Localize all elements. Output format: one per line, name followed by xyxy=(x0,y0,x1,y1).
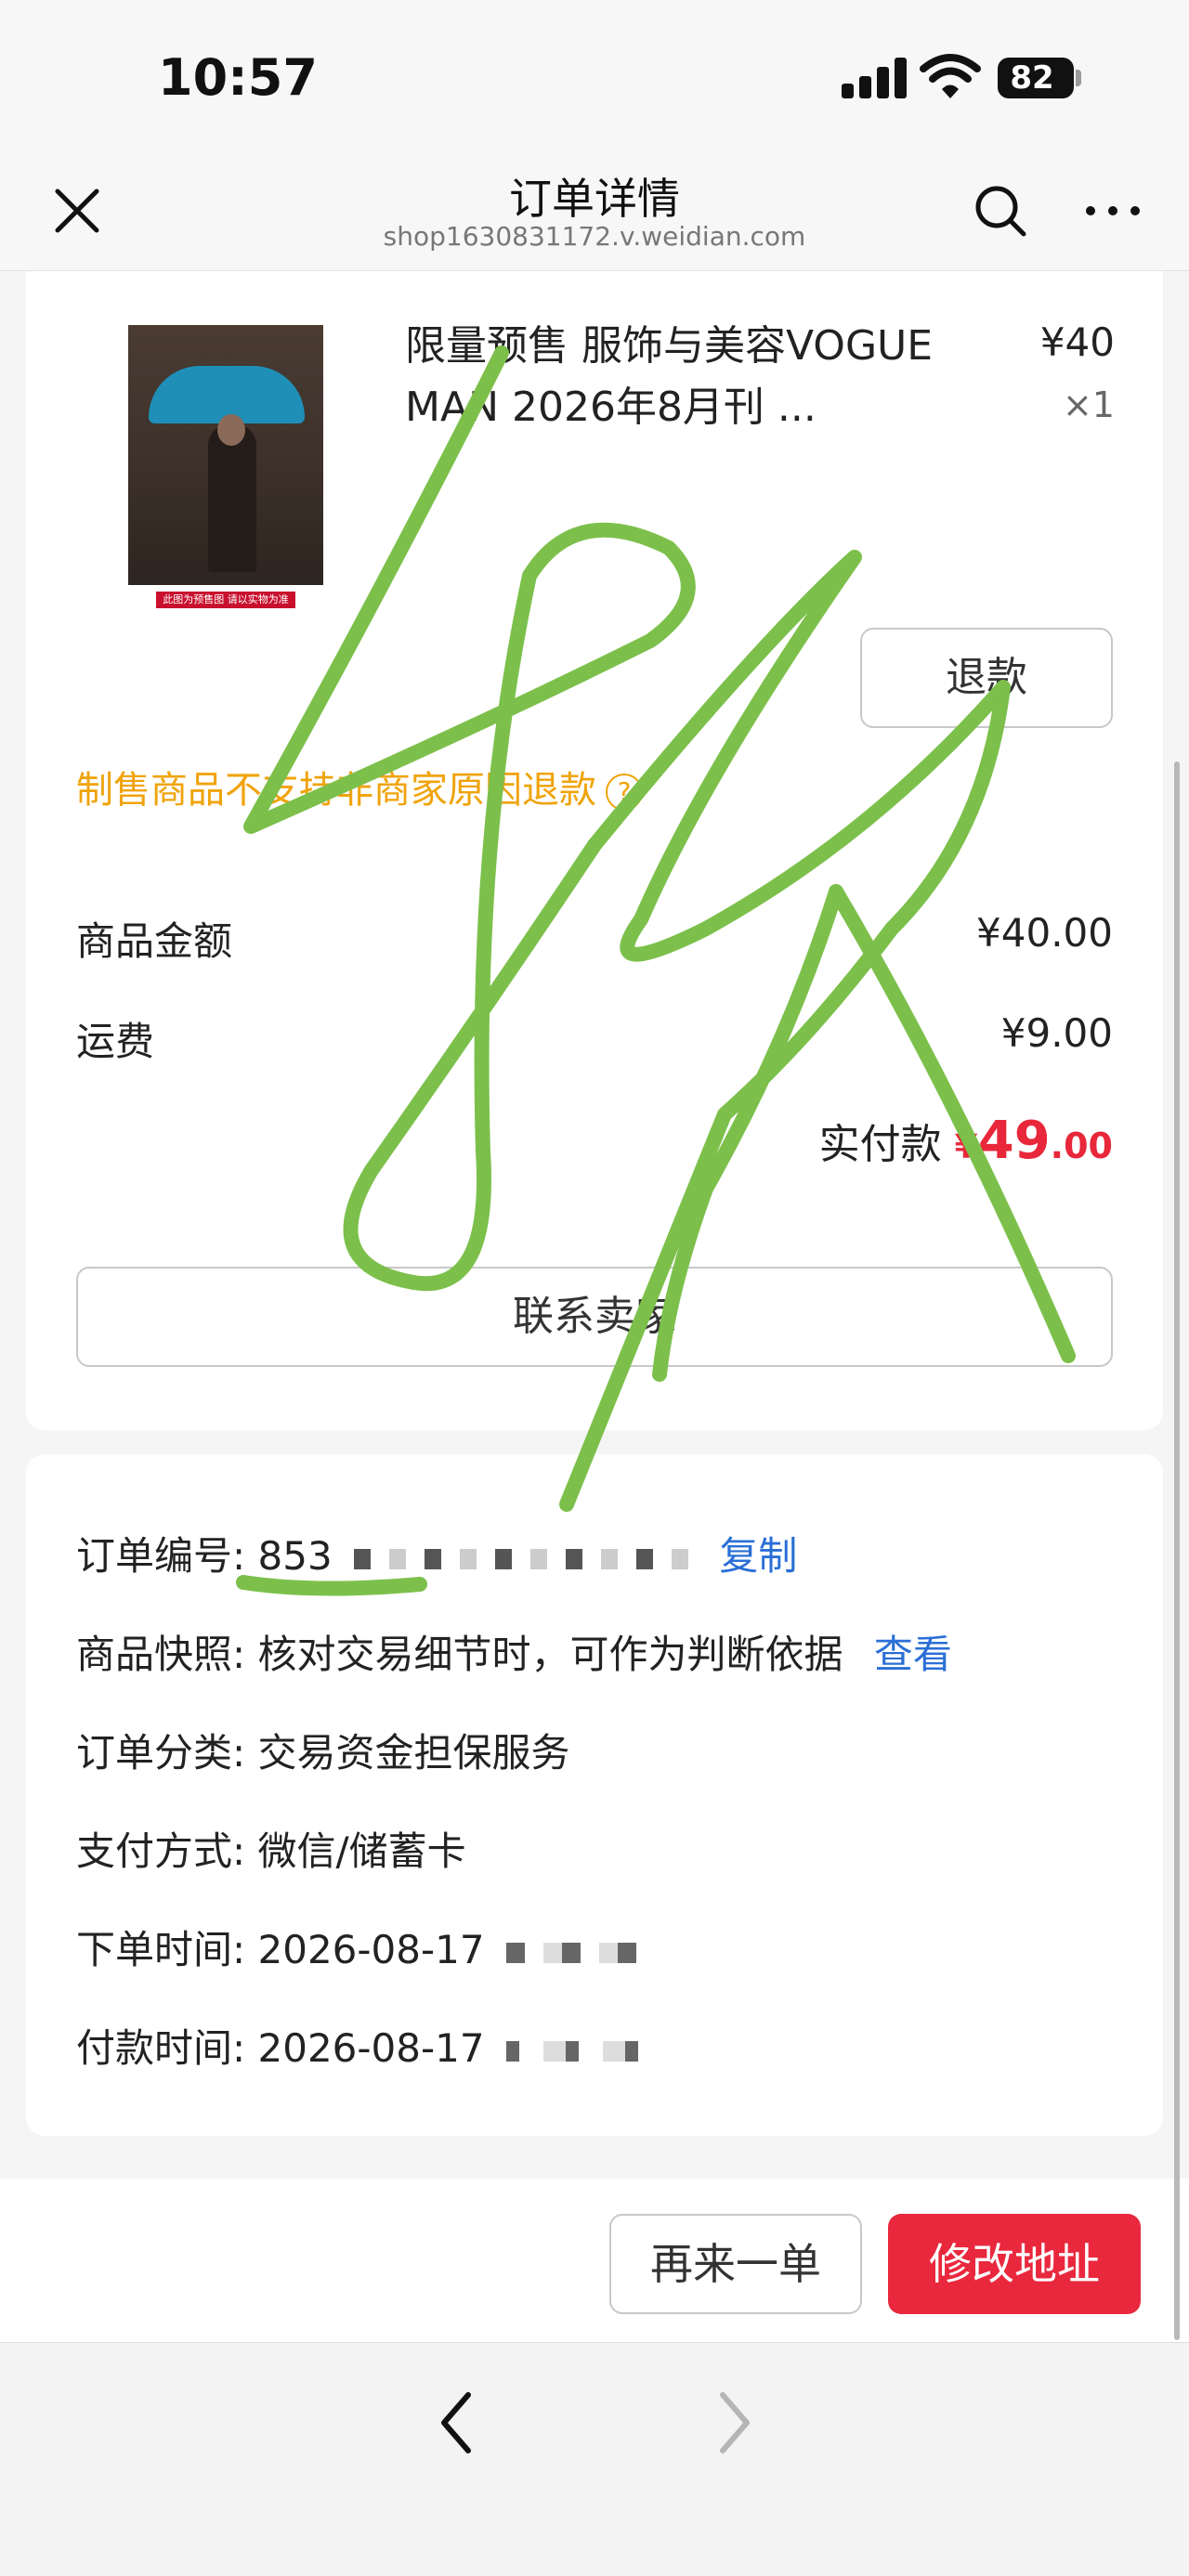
order-time-row: 下单时间: 2026-08-17 xyxy=(76,1919,655,1975)
pay-time-label: 付款时间: xyxy=(76,2025,246,2071)
wifi-icon xyxy=(920,54,981,98)
paid-currency: ¥ xyxy=(954,1128,978,1166)
help-icon[interactable]: ? xyxy=(606,774,643,811)
paid-decimal: .00 xyxy=(1050,1125,1113,1166)
payment-method-label: 支付方式: xyxy=(76,1828,246,1874)
product-image[interactable] xyxy=(128,325,323,585)
battery-level: 82 xyxy=(1010,59,1054,97)
order-number-value: 853 xyxy=(257,1533,333,1579)
back-icon[interactable] xyxy=(431,2384,483,2462)
copy-link[interactable]: 复制 xyxy=(719,1533,797,1579)
order-number-row: 订单编号: 853 复制 xyxy=(76,1525,797,1581)
shipping-label: 运费 xyxy=(76,1019,155,1064)
snapshot-value: 核对交易细节时，可作为判断依据 xyxy=(257,1632,843,1677)
snapshot-label: 商品快照: xyxy=(76,1632,246,1677)
reorder-button[interactable]: 再来一单 xyxy=(609,2214,862,2314)
change-address-button[interactable]: 修改地址 xyxy=(888,2214,1141,2314)
battery-icon: 82 xyxy=(998,58,1081,98)
status-time: 10:57 xyxy=(158,48,318,107)
status-bar: 10:57 82 xyxy=(0,0,1189,158)
product-quantity: ×1 xyxy=(1062,384,1115,425)
goods-amount-value: ¥40.00 xyxy=(976,910,1113,956)
category-value: 交易资金担保服务 xyxy=(257,1730,570,1776)
payment-method-value: 微信/储蓄卡 xyxy=(257,1828,466,1874)
order-time-value: 2026-08-17 xyxy=(257,1927,485,1972)
pay-time-row: 付款时间: 2026-08-17 xyxy=(76,2017,655,2074)
nav-bar: 订单详情 shop1630831172.v.weidian.com xyxy=(0,158,1189,271)
scrollbar[interactable] xyxy=(1174,761,1180,2340)
paid-amount: 实付款 ¥49.00 xyxy=(819,1111,1113,1171)
forward-icon[interactable] xyxy=(708,2384,760,2462)
product-price: ¥40 xyxy=(1039,319,1115,365)
redacted-mask xyxy=(354,1548,689,1569)
search-icon[interactable] xyxy=(972,182,1029,240)
refund-button[interactable]: 退款 xyxy=(860,628,1113,728)
order-number-label: 订单编号: xyxy=(76,1533,246,1579)
contact-seller-button[interactable]: 联系卖家 xyxy=(76,1267,1113,1367)
redacted-mask xyxy=(505,2040,655,2062)
redacted-mask xyxy=(505,1942,655,1963)
order-time-label: 下单时间: xyxy=(76,1927,246,1972)
refund-warning: 制售商品不支持非商家原因退款? xyxy=(76,760,643,813)
shipping-value: ¥9.00 xyxy=(1000,1010,1113,1056)
category-row: 订单分类: 交易资金担保服务 xyxy=(76,1722,570,1778)
refund-warning-text: 制售商品不支持非商家原因退款 xyxy=(76,769,596,812)
browser-toolbar xyxy=(0,2342,1189,2576)
cellular-signal-icon xyxy=(842,56,908,98)
paid-integer: 49 xyxy=(977,1111,1051,1171)
pay-time-value: 2026-08-17 xyxy=(257,2025,485,2071)
bottom-action-bar: 再来一单 修改地址 xyxy=(0,2179,1189,2342)
snapshot-row: 商品快照: 核对交易细节时，可作为判断依据 查看 xyxy=(76,1623,952,1680)
paid-label: 实付款 xyxy=(818,1121,942,1168)
product-image-caption: 此图为预售图 请以实物为准 xyxy=(156,592,295,608)
snapshot-view-link[interactable]: 查看 xyxy=(874,1632,952,1677)
product-name[interactable]: 限量预售 服饰与美容VOGUE MAN 2026年8月刊 ... xyxy=(405,316,944,438)
payment-method-row: 支付方式: 微信/储蓄卡 xyxy=(76,1820,466,1877)
category-label: 订单分类: xyxy=(76,1730,246,1776)
goods-amount-label: 商品金额 xyxy=(76,918,233,964)
more-icon[interactable] xyxy=(1081,182,1144,240)
